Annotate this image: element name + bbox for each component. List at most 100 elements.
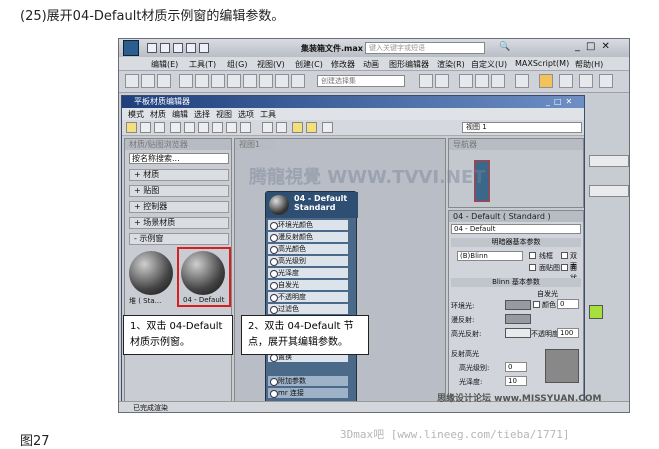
align-icon[interactable] xyxy=(435,74,449,88)
object-color-swatch[interactable] xyxy=(589,305,603,319)
wire-checkbox[interactable] xyxy=(529,252,536,259)
faceted-checkbox[interactable] xyxy=(561,264,568,271)
spec-level-field[interactable]: 0 xyxy=(505,362,527,372)
material-node[interactable]: 04 - Default Standard 环境光颜色 漫反射颜色 高光颜色 高… xyxy=(265,191,358,411)
save-file-icon[interactable] xyxy=(173,43,183,53)
menu-help[interactable]: 帮助(H) xyxy=(575,59,603,70)
new-file-icon[interactable] xyxy=(147,43,157,53)
material-name-field[interactable]: 04 - Default xyxy=(451,224,581,234)
render-frame-icon[interactable] xyxy=(559,74,573,88)
category-maps[interactable]: + 贴图 xyxy=(129,185,229,197)
percent-snap-icon[interactable] xyxy=(275,74,289,88)
ambient-swatch[interactable] xyxy=(505,300,531,310)
menu-create[interactable]: 创建(C) xyxy=(295,59,323,70)
layer-icon[interactable] xyxy=(459,74,473,88)
editor-menu-view[interactable]: 视图 xyxy=(216,109,232,120)
diffuse-swatch[interactable] xyxy=(505,314,531,324)
delete-icon[interactable] xyxy=(170,122,181,133)
menu-tools[interactable]: 工具(T) xyxy=(189,59,216,70)
editor-menu-utilities[interactable]: 工具 xyxy=(260,109,276,120)
curve-editor-icon[interactable] xyxy=(475,74,489,88)
undo-tool-icon[interactable] xyxy=(125,74,139,88)
show-map-icon[interactable] xyxy=(198,122,209,133)
mirror-icon[interactable] xyxy=(419,74,433,88)
opacity-field[interactable]: 100 xyxy=(557,328,579,338)
editor-menu-modes[interactable]: 模式 xyxy=(128,109,144,120)
editor-menu-material[interactable]: 材质 xyxy=(150,109,166,120)
material-editor-icon[interactable] xyxy=(515,74,529,88)
select-by-material-icon[interactable] xyxy=(322,122,333,133)
sample-slot-1[interactable] xyxy=(129,251,173,295)
assign-material-icon[interactable] xyxy=(154,122,165,133)
shader-dropdown[interactable]: (B)Blinn xyxy=(457,251,523,261)
redo-icon[interactable] xyxy=(199,43,209,53)
gloss-field[interactable]: 10 xyxy=(505,376,527,386)
link-tool-icon[interactable] xyxy=(141,74,155,88)
search-icon[interactable]: 🔍 xyxy=(499,42,510,52)
menu-modifiers[interactable]: 修改器 xyxy=(331,59,355,70)
spinner-snap-icon[interactable] xyxy=(291,74,305,88)
angle-snap-icon[interactable] xyxy=(259,74,273,88)
layout-icon[interactable] xyxy=(226,122,237,133)
node-slot[interactable]: 过滤色 xyxy=(268,304,348,314)
editor-menu-select[interactable]: 选择 xyxy=(194,109,210,120)
browser-search-input[interactable]: 按名称搜索... xyxy=(129,153,229,164)
editor-menu-edit[interactable]: 编辑 xyxy=(172,109,188,120)
selection-set-dropdown[interactable]: 创建选择集 xyxy=(317,75,405,87)
category-materials[interactable]: + 材质 xyxy=(129,169,229,181)
max-logo-icon[interactable] xyxy=(123,40,139,56)
rotate-tool-icon[interactable] xyxy=(211,74,225,88)
view-dropdown[interactable]: 视图 1 xyxy=(462,122,582,133)
view-tab[interactable]: 视图1 xyxy=(235,139,275,150)
menu-views[interactable]: 视图(V) xyxy=(257,59,285,70)
menu-group[interactable]: 组(G) xyxy=(227,59,247,70)
node-slot[interactable]: 自发光 xyxy=(268,280,348,290)
move-children-icon[interactable] xyxy=(184,122,195,133)
open-file-icon[interactable] xyxy=(160,43,170,53)
specular-swatch[interactable] xyxy=(505,328,531,338)
node-mr-connection[interactable]: mr 连接 xyxy=(268,388,348,398)
snap-tool-icon[interactable] xyxy=(243,74,257,88)
node-slot[interactable]: 不透明度 xyxy=(268,292,348,302)
search-input[interactable]: 键入关键字或短语 xyxy=(365,42,485,54)
teapot-icon[interactable] xyxy=(599,74,613,88)
schematic-icon[interactable] xyxy=(491,74,505,88)
node-slot[interactable]: 高光级别 xyxy=(268,256,348,266)
category-controllers[interactable]: + 控制器 xyxy=(129,201,229,213)
command-panel-button[interactable] xyxy=(589,185,629,197)
window-controls[interactable]: _□✕ xyxy=(575,41,616,52)
select-tool-icon[interactable] xyxy=(179,74,193,88)
node-slot[interactable]: 环境光颜色 xyxy=(268,220,348,230)
menu-rendering[interactable]: 渲染(R) xyxy=(437,59,465,70)
navigator-toggle-icon[interactable] xyxy=(292,122,303,133)
nodes-icon[interactable] xyxy=(276,122,287,133)
render-setup-icon[interactable] xyxy=(539,74,553,88)
layout-children-icon[interactable] xyxy=(240,122,251,133)
background-icon[interactable] xyxy=(212,122,223,133)
category-sample-slots[interactable]: - 示例窗 xyxy=(129,233,229,245)
menu-animation[interactable]: 动画 xyxy=(363,59,379,70)
face-map-checkbox[interactable] xyxy=(529,264,536,271)
parameter-toggle-icon[interactable] xyxy=(306,122,317,133)
self-illum-color-checkbox[interactable] xyxy=(533,301,540,308)
node-header[interactable]: 04 - Default Standard xyxy=(266,192,358,218)
pick-material-icon[interactable] xyxy=(140,122,151,133)
node-extra-params[interactable]: 附加参数 xyxy=(268,376,348,386)
editor-window-controls[interactable]: _□✕ xyxy=(546,97,576,106)
menu-customize[interactable]: 自定义(U) xyxy=(471,59,507,70)
editor-menu-options[interactable]: 选项 xyxy=(238,109,254,120)
render-icon[interactable] xyxy=(579,74,593,88)
menu-edit[interactable]: 编辑(E) xyxy=(151,59,178,70)
node-slot[interactable]: 光泽度 xyxy=(268,268,348,278)
unlink-tool-icon[interactable] xyxy=(157,74,171,88)
category-scene-materials[interactable]: + 场景材质 xyxy=(129,217,229,229)
shader-rollout[interactable]: 明暗器基本参数 xyxy=(451,238,581,247)
move-tool-icon[interactable] xyxy=(195,74,209,88)
self-illum-value[interactable]: 0 xyxy=(557,299,579,309)
menu-graph-editors[interactable]: 图形编辑器 xyxy=(389,59,429,70)
node-slot[interactable]: 高光颜色 xyxy=(268,244,348,254)
command-panel-button[interactable] xyxy=(589,155,629,167)
menu-maxscript[interactable]: MAXScript(M) xyxy=(515,59,569,68)
blinn-rollout[interactable]: Blinn 基本参数 xyxy=(451,278,581,287)
select-arrow-icon[interactable] xyxy=(126,122,137,133)
